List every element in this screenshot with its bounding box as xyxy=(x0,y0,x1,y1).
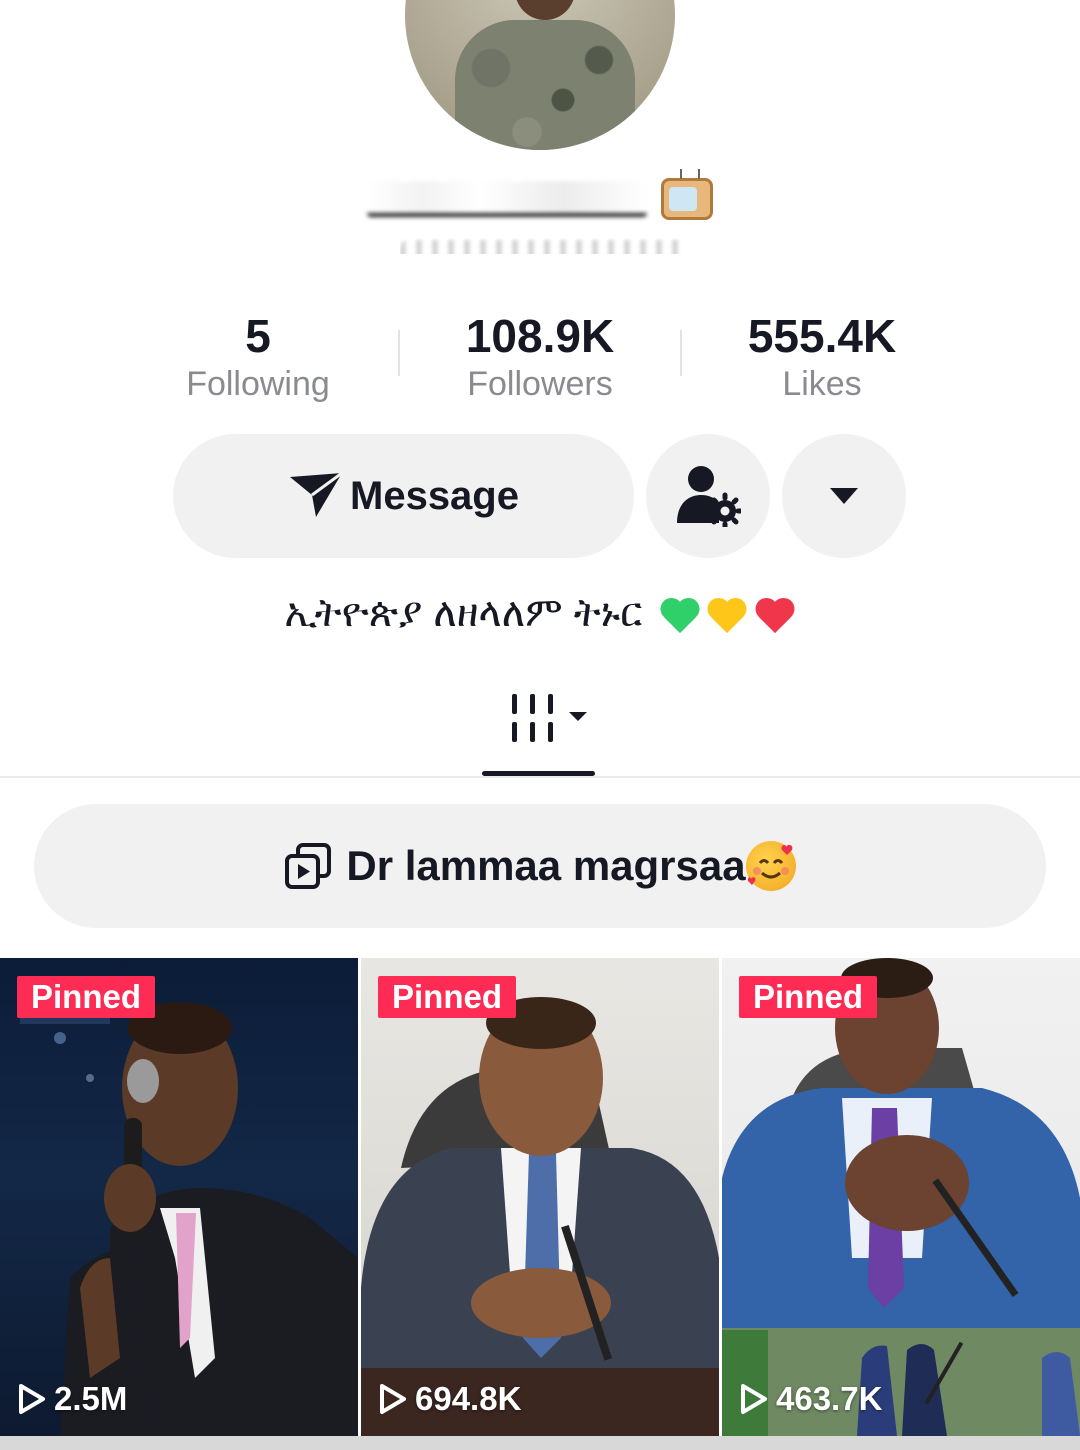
grid-bars-icon xyxy=(512,694,587,742)
message-button[interactable]: Message xyxy=(173,434,634,558)
video-thumbnail[interactable]: Pinned 463.7K xyxy=(722,958,1080,1436)
username-obscured xyxy=(400,238,685,254)
pinned-badge: Pinned xyxy=(378,976,517,1018)
view-count: 463.7K xyxy=(740,1380,882,1418)
video-thumbnail-image xyxy=(20,1002,358,1436)
following-label: Following xyxy=(186,365,330,403)
playlist-title: Dr lammaa magrsaa xyxy=(346,842,746,889)
profile-stats: 5 Following 108.9K Followers 555.4K Like… xyxy=(0,310,1080,410)
view-count-text: 694.8K xyxy=(415,1380,522,1417)
bio-text: ኢትዮጵያ ለዘላለም ትኑር xyxy=(284,591,643,635)
profile-avatar[interactable] xyxy=(405,0,675,150)
playlist-icon xyxy=(285,843,332,889)
followers-label: Followers xyxy=(467,365,613,403)
view-count-text: 2.5M xyxy=(54,1380,128,1417)
video-thumbnail[interactable]: Pinned 694.8K xyxy=(361,958,719,1436)
person-gear-icon xyxy=(677,466,741,527)
tab-videos-grid[interactable] xyxy=(508,692,592,749)
active-tab-indicator xyxy=(482,771,595,776)
next-row-peek xyxy=(0,1436,1080,1450)
profile-bio: ኢትዮጵያ ለዘላለም ትኑር xyxy=(0,585,1080,645)
video-thumbnail-image xyxy=(722,958,1080,1436)
caret-down-icon xyxy=(830,488,858,504)
video-thumbnail-image xyxy=(361,997,719,1436)
stat-following[interactable]: 5 Following xyxy=(128,310,388,406)
profile-tabs xyxy=(0,672,1080,778)
view-count: 2.5M xyxy=(18,1380,127,1418)
display-name-obscured xyxy=(366,181,647,217)
smiling-face-with-hearts-icon xyxy=(745,841,796,891)
play-icon xyxy=(19,1384,45,1414)
red-heart-icon xyxy=(756,595,796,635)
view-count-text: 463.7K xyxy=(776,1380,883,1417)
stat-followers[interactable]: 108.9K Followers xyxy=(410,310,670,406)
playlist-button[interactable]: Dr lammaa magrsaa xyxy=(34,804,1046,928)
message-label: Message xyxy=(350,473,519,518)
play-icon xyxy=(380,1384,406,1414)
yellow-heart-icon xyxy=(708,595,748,635)
tv-icon xyxy=(661,178,714,220)
play-icon xyxy=(741,1384,767,1414)
following-count: 5 xyxy=(245,310,271,362)
pinned-badge: Pinned xyxy=(17,976,156,1018)
video-grid: Pinned 2.5M Pinned 694.8K Pinned 463.7K xyxy=(0,958,1080,1450)
likes-count: 555.4K xyxy=(747,310,897,362)
stat-likes[interactable]: 555.4K Likes xyxy=(692,310,952,406)
more-options-button[interactable] xyxy=(782,434,906,558)
stat-divider xyxy=(680,330,682,376)
view-count: 694.8K xyxy=(379,1380,521,1418)
add-friend-button[interactable] xyxy=(646,434,770,558)
green-heart-icon xyxy=(661,595,701,635)
likes-label: Likes xyxy=(782,365,862,403)
display-name xyxy=(0,178,1080,238)
followers-count: 108.9K xyxy=(465,310,615,362)
stat-divider xyxy=(398,330,400,376)
pinned-badge: Pinned xyxy=(739,976,878,1018)
send-icon xyxy=(290,471,343,517)
video-thumbnail[interactable]: Pinned 2.5M xyxy=(0,958,358,1436)
